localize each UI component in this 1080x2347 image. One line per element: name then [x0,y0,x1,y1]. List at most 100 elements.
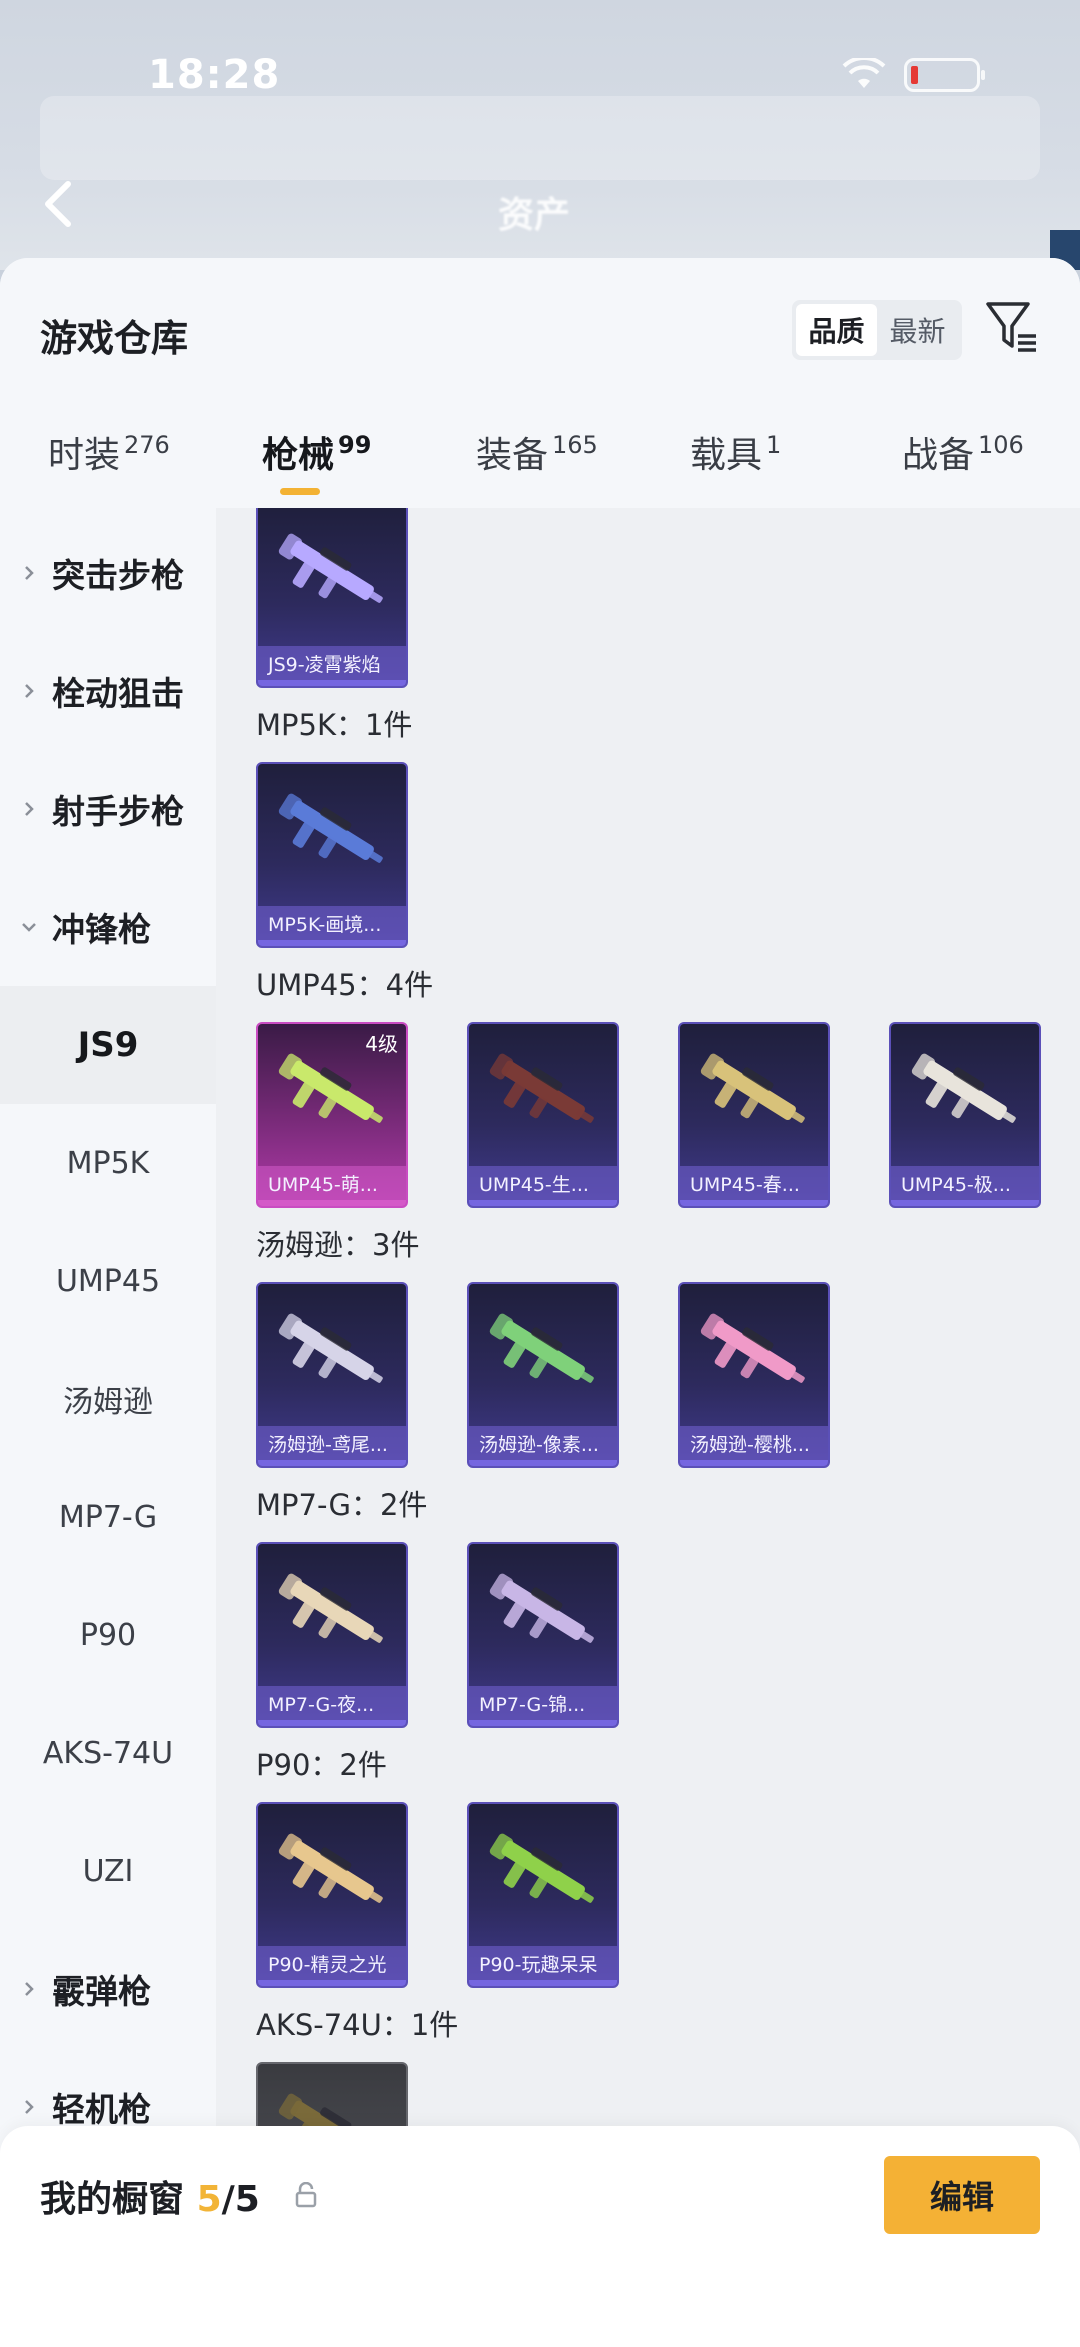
weapon-skin-name: UMP45-萌... [258,1166,406,1200]
weapon-image [700,1053,805,1123]
sidebar-item-label: 冲锋枪 [52,910,151,949]
tab-fashion[interactable]: 时装 276 [48,426,170,478]
section-label: UMP45：4件 [256,968,434,1002]
rarity-bar [680,1460,828,1466]
tab-label: 战备 [902,435,975,476]
weapon-skin-card[interactable]: MP7-G-夜... [256,1542,408,1728]
weapon-skin-card[interactable]: MP7-G-锦... [467,1542,619,1728]
weapon-skin-card[interactable]: UMP45-春... [678,1022,830,1208]
sidebar-item-mp7g[interactable]: MP7-G [0,1458,216,1576]
weapon-image [278,793,383,863]
tab-label: 装备 [476,435,549,476]
weapon-skin-card[interactable]: UMP45-生... [467,1022,619,1208]
sidebar-item-label: 射手步枪 [52,792,184,831]
sidebar-item-thompson[interactable]: 汤姆逊 [0,1340,216,1458]
tab-active-indicator [280,488,320,495]
rarity-bar [469,1720,617,1726]
showcase-bar: 我的橱窗 5/5 编辑 [0,2126,1080,2347]
weapon-skin-card[interactable]: MP5K-画境... [256,762,408,948]
rarity-bar [258,1460,406,1466]
sidebar-item-assault-rifle[interactable]: 突击步枪 [0,514,216,632]
section-label: P90：2件 [256,1748,387,1782]
tab-count: 276 [124,431,170,459]
weapon-skin-name: JS9-凌霄紫焰 [258,646,406,680]
level-badge: 4级 [365,1032,398,1056]
section-label: 汤姆逊：3件 [256,1228,420,1262]
weapon-skin-name: UMP45-春... [680,1166,828,1200]
filter-icon[interactable] [984,298,1040,356]
showcase-label: 我的橱窗 5/5 [40,2170,260,2222]
sidebar-item-label: 突击步枪 [52,556,184,595]
weapon-image [278,1573,383,1643]
chevron-right-icon [25,802,34,816]
sidebar-item-js9[interactable]: JS9 [0,986,216,1104]
weapon-skin-name: 汤姆逊-樱桃... [680,1426,828,1460]
weapon-skin-name: UMP45-极... [891,1166,1039,1200]
edit-button[interactable]: 编辑 [884,2156,1040,2234]
weapon-image [278,1313,383,1383]
sidebar-item-mp5k[interactable]: MP5K [0,1104,216,1222]
lock-icon [295,2182,317,2208]
wifi-icon [842,58,886,88]
sort-newest-button[interactable]: 最新 [877,304,958,356]
weapon-image [489,1833,594,1903]
weapon-image [700,1313,805,1383]
sidebar-item-smg[interactable]: 冲锋枪 [0,868,216,986]
weapon-skin-name: 汤姆逊-像素... [469,1426,617,1460]
weapon-image [278,533,383,603]
background-header: 18:28 资产 [0,0,1080,270]
background-blur-bar [40,96,1040,180]
weapon-skin-card[interactable]: 汤姆逊-像素... [467,1282,619,1468]
tab-label: 载具 [690,435,763,476]
sidebar-item-label: 栓动狙击 [52,674,184,713]
sidebar-item-uzi[interactable]: UZI [0,1812,216,1930]
weapon-category-sidebar: 突击步枪 栓动狙击 射手步枪 冲锋枪 JS9 MP5K UMP45 汤姆逊 MP… [0,508,216,2347]
sheet-header: 游戏仓库 品质 最新 时装 276 枪械 99 装备 165 载具 1 战备 106 [0,258,1080,508]
sidebar-item-ump45[interactable]: UMP45 [0,1222,216,1340]
tab-equipment[interactable]: 装备 165 [476,426,598,478]
tab-vehicles[interactable]: 载具 1 [690,426,781,478]
chevron-right-icon [25,2100,34,2114]
status-time: 18:28 [148,52,281,98]
tab-supplies[interactable]: 战备 106 [902,426,1024,478]
sidebar-item-shotgun[interactable]: 霰弹枪 [0,1930,216,2048]
tab-firearms[interactable]: 枪械 99 [262,426,371,478]
sidebar-item-aks74u[interactable]: AKS-74U [0,1694,216,1812]
status-icons [842,58,985,92]
weapon-skin-card[interactable]: UMP45-极... [889,1022,1041,1208]
rarity-bar [258,680,406,686]
rarity-bar [258,1720,406,1726]
back-arrow-icon[interactable] [38,178,78,230]
weapon-skin-card[interactable]: P90-精灵之光 [256,1802,408,1988]
weapon-skin-name: P90-精灵之光 [258,1946,406,1980]
battery-icon [904,58,985,92]
showcase-total: /5 [221,2179,260,2220]
tab-count: 1 [766,431,782,459]
weapon-skin-name: 汤姆逊-鸢尾... [258,1426,406,1460]
weapon-skin-card[interactable]: 汤姆逊-鸢尾... [256,1282,408,1468]
sort-quality-button[interactable]: 品质 [796,304,877,356]
category-tabs: 时装 276 枪械 99 装备 165 载具 1 战备 106 [0,418,1080,508]
chevron-right-icon [25,684,34,698]
showcase-count: 5 [196,2179,222,2220]
sidebar-item-bolt-sniper[interactable]: 栓动狙击 [0,632,216,750]
tab-label: 时装 [48,435,121,476]
weapon-skin-card[interactable]: P90-玩趣呆呆 [467,1802,619,1988]
sidebar-item-p90[interactable]: P90 [0,1576,216,1694]
tab-count: 99 [338,431,372,459]
weapon-skin-card[interactable]: JS9-凌霄紫焰 [256,508,408,688]
weapon-skin-grid: JS9-凌霄紫焰 MP5K：1件 MP5K-画境... UMP45：4件 4级 UMP45… [216,508,1080,2347]
weapon-skin-card[interactable]: 4级 UMP45-萌... [256,1022,408,1208]
rarity-bar [891,1200,1039,1206]
weapon-skin-name: UMP45-生... [469,1166,617,1200]
section-label: MP7-G：2件 [256,1488,428,1522]
weapon-skin-name: MP5K-画境... [258,906,406,940]
weapon-skin-card[interactable]: 汤姆逊-樱桃... [678,1282,830,1468]
sidebar-item-marksman-rifle[interactable]: 射手步枪 [0,750,216,868]
sort-toggle: 品质 最新 [792,300,962,360]
section-label: MP5K：1件 [256,708,413,742]
sidebar-item-label: 霰弹枪 [52,1972,151,2011]
rarity-bar [258,940,406,946]
weapon-image [911,1053,1016,1123]
page-title: 游戏仓库 [40,317,188,360]
